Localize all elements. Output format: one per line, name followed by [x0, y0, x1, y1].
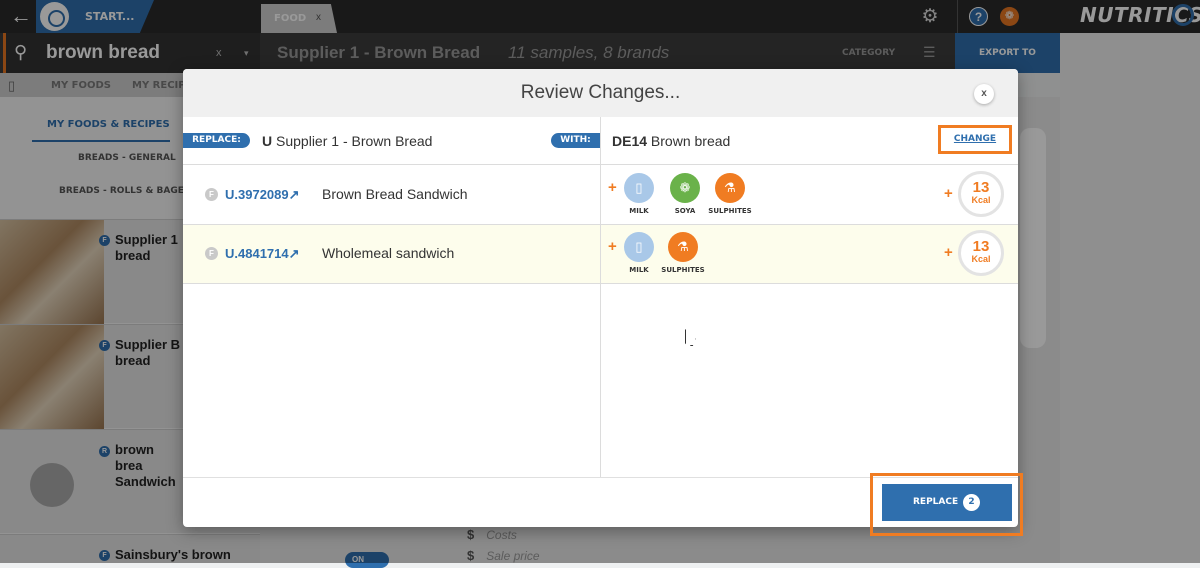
change-button[interactable]: CHANGE: [938, 125, 1012, 154]
kcal-badge: 13 Kcal: [958, 171, 1004, 217]
food-code-link[interactable]: U.4841714↗: [225, 246, 300, 262]
replace-count-badge: 2: [963, 494, 980, 511]
replace-target-prefix: DE14: [612, 133, 648, 149]
sulphites-icon: ⚗: [715, 173, 745, 203]
soya-icon: ❁: [670, 173, 700, 203]
plus-icon: +: [608, 238, 617, 255]
allergen-label: SULPHITES: [661, 266, 705, 274]
food-code-link[interactable]: U.3972089↗: [225, 187, 300, 203]
kcal-value: 13: [972, 238, 990, 255]
column-divider: [600, 117, 601, 477]
milk-icon: ▯: [624, 173, 654, 203]
replace-button[interactable]: REPLACE 2: [882, 484, 1012, 521]
sulphites-icon: ⚗: [668, 232, 698, 262]
replace-target-name: Brown bread: [650, 133, 731, 149]
replace-pill: REPLACE:: [183, 133, 250, 148]
review-changes-dialog: Review Changes... x REPLACE: U Supplier …: [183, 69, 1018, 527]
dialog-header: Review Changes... x: [183, 69, 1018, 117]
replace-source-name: Supplier 1 - Brown Bread: [276, 133, 433, 149]
kcal-badge: 13 Kcal: [958, 230, 1004, 276]
plus-icon: +: [944, 185, 953, 202]
kcal-value: 13: [972, 179, 990, 196]
dialog-title: Review Changes...: [520, 82, 681, 103]
close-icon[interactable]: x: [974, 84, 994, 104]
food-name: Brown Bread Sandwich: [322, 186, 468, 202]
kcal-unit: Kcal: [971, 195, 991, 205]
kcal-unit: Kcal: [971, 254, 991, 264]
food-name: Wholemeal sandwich: [322, 245, 455, 261]
plus-icon: +: [608, 179, 617, 196]
allergen-label: SULPHITES: [708, 207, 752, 215]
replace-button-label: REPLACE: [913, 497, 959, 507]
food-type-badge: F: [205, 247, 218, 260]
replace-source-prefix: U: [262, 133, 273, 149]
with-pill: WITH:: [551, 133, 600, 148]
replace-target: DE14 Brown bread: [612, 133, 730, 149]
plus-icon: +: [944, 244, 953, 261]
replace-source: U Supplier 1 - Brown Bread: [262, 133, 432, 149]
mouse-cursor-icon: [686, 331, 693, 345]
food-type-badge: F: [205, 188, 218, 201]
milk-icon: ▯: [624, 232, 654, 262]
